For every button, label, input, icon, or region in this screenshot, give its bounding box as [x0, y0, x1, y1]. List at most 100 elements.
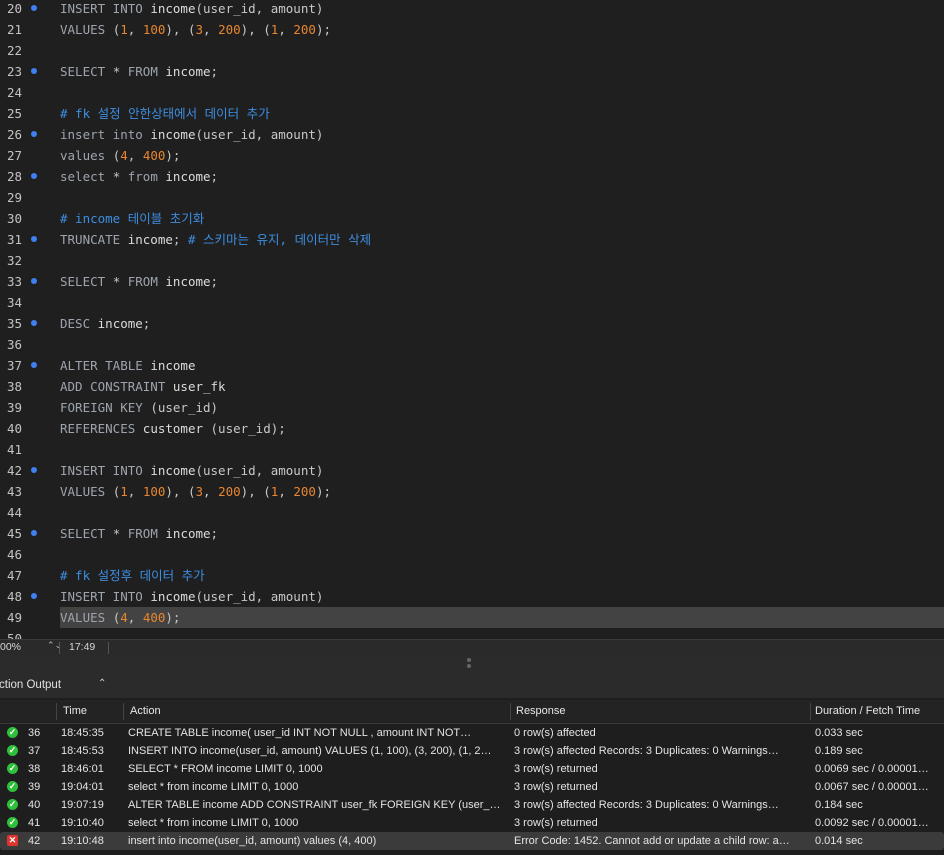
code-line[interactable]: 40 REFERENCES customer (user_id);	[0, 418, 944, 439]
statement-marker-icon[interactable]	[31, 593, 37, 599]
statement-marker-icon[interactable]	[31, 278, 37, 284]
code-line[interactable]: 20 INSERT INTO income(user_id, amount)	[0, 0, 944, 19]
code-token: 4	[120, 610, 128, 625]
code-text: ADD CONSTRAINT user_fk	[60, 376, 226, 397]
drag-handle-icon[interactable]	[467, 658, 471, 670]
row-response: 3 row(s) returned	[514, 763, 598, 775]
statement-marker-icon[interactable]	[31, 320, 37, 326]
line-number: 21	[6, 22, 22, 37]
success-check-icon: ✓	[7, 745, 18, 756]
row-number: 36	[28, 727, 41, 739]
line-number: 49	[6, 610, 22, 625]
code-line[interactable]: 21 VALUES (1, 100), (3, 200), (1, 200);	[0, 19, 944, 40]
statement-marker-icon[interactable]	[31, 236, 37, 242]
output-header: ction Output ⌃	[0, 674, 944, 698]
code-token: income	[150, 589, 196, 604]
code-line[interactable]: 29	[0, 187, 944, 208]
output-row[interactable]: ✓ 40 19:07:19 ALTER TABLE income ADD CONSTR…	[0, 796, 944, 814]
line-number: 41	[6, 442, 22, 457]
code-token: 400	[142, 148, 166, 163]
code-token: INSERT INTO	[60, 463, 151, 478]
code-line[interactable]: 37 ALTER TABLE income	[0, 355, 944, 376]
output-row[interactable]: ✓ 39 19:04:01 select * from income LIMIT 0,…	[0, 778, 944, 796]
row-duration: 0.0092 sec / 0.00001…	[815, 817, 929, 829]
code-line[interactable]: 42 INSERT INTO income(user_id, amount)	[0, 460, 944, 481]
code-token: user_fk	[172, 379, 226, 394]
code-text: values (4, 400);	[60, 145, 180, 166]
output-row[interactable]: ✓ 41 19:10:40 select * from income LIMIT 0,…	[0, 814, 944, 832]
statement-marker-icon[interactable]	[31, 530, 37, 536]
line-number: 23	[6, 64, 22, 79]
code-token: income	[165, 169, 211, 184]
code-text: INSERT INTO income(user_id, amount)	[60, 0, 323, 19]
code-line[interactable]: 44	[0, 502, 944, 523]
code-line[interactable]: 39 FOREIGN KEY (user_id)	[0, 397, 944, 418]
row-action: select * from income LIMIT 0, 1000	[128, 781, 299, 793]
code-line[interactable]: 45 SELECT * FROM income;	[0, 523, 944, 544]
code-line[interactable]: 36	[0, 334, 944, 355]
output-row[interactable]: ✓ 37 18:45:53 INSERT INTO income(user_id, a…	[0, 742, 944, 760]
code-line[interactable]: 50	[0, 628, 944, 639]
statement-marker-icon[interactable]	[31, 131, 37, 137]
row-time: 19:07:19	[61, 799, 104, 811]
action-output-table: Time Action Response Duration / Fetch Ti…	[0, 700, 944, 855]
code-line[interactable]: 32	[0, 250, 944, 271]
output-row[interactable]: ✓ 38 18:46:01 SELECT * FROM income LIMIT 0,…	[0, 760, 944, 778]
line-number: 44	[6, 505, 22, 520]
code-line[interactable]: 41	[0, 439, 944, 460]
panel-splitter[interactable]	[0, 656, 944, 674]
row-action: SELECT * FROM income LIMIT 0, 1000	[128, 763, 323, 775]
code-line[interactable]: 24	[0, 82, 944, 103]
row-time: 19:10:48	[61, 835, 104, 847]
code-line[interactable]: 34	[0, 292, 944, 313]
code-text: VALUES (4, 400);	[60, 607, 180, 628]
current-line-highlight	[60, 607, 944, 628]
code-line[interactable]: 49 VALUES (4, 400);	[0, 607, 944, 628]
code-line[interactable]: 28 select * from income;	[0, 166, 944, 187]
code-line[interactable]: 31 TRUNCATE income; # 스키마는 유지, 데이터만 삭제	[0, 229, 944, 250]
code-token: ), (	[240, 22, 271, 37]
code-token: ADD CONSTRAINT	[60, 379, 173, 394]
line-number: 47	[6, 568, 22, 583]
statement-marker-icon[interactable]	[31, 5, 37, 11]
sql-editor[interactable]: 20 INSERT INTO income(user_id, amount) 21 V…	[0, 0, 944, 639]
line-number: 46	[6, 547, 22, 562]
code-line[interactable]: 47 # fk 설정후 데이터 추가	[0, 565, 944, 586]
code-text: # income 테이블 초기화	[60, 208, 204, 229]
code-line[interactable]: 22	[0, 40, 944, 61]
column-header-time[interactable]: Time	[63, 705, 87, 717]
row-response: 0 row(s) affected	[514, 727, 596, 739]
code-line[interactable]: 38 ADD CONSTRAINT user_fk	[0, 376, 944, 397]
output-row[interactable]: ✓ 36 18:45:35 CREATE TABLE income( user_id …	[0, 724, 944, 742]
row-time: 18:45:53	[61, 745, 104, 757]
zoom-level[interactable]: 00%	[0, 641, 21, 653]
line-number: 50	[6, 631, 22, 639]
code-line[interactable]: 27 values (4, 400);	[0, 145, 944, 166]
code-line[interactable]: 35 DESC income;	[0, 313, 944, 334]
line-number: 30	[6, 211, 22, 226]
divider	[59, 642, 60, 654]
output-row[interactable]: ✕ 42 19:10:48 insert into income(user_id, a…	[0, 832, 944, 850]
code-token: ;	[210, 64, 219, 79]
code-token: ,	[127, 610, 143, 625]
code-line[interactable]: 25 # fk 설정 안한상태에서 데이터 추가	[0, 103, 944, 124]
column-header-action[interactable]: Action	[130, 705, 161, 717]
output-type-select[interactable]: ction Output	[0, 679, 61, 691]
code-line[interactable]: 30 # income 테이블 초기화	[0, 208, 944, 229]
column-header-duration[interactable]: Duration / Fetch Time	[815, 705, 920, 717]
chevron-updown-icon[interactable]: ⌃	[98, 678, 106, 689]
code-line[interactable]: 43 VALUES (1, 100), (3, 200), (1, 200);	[0, 481, 944, 502]
code-line[interactable]: 48 INSERT INTO income(user_id, amount)	[0, 586, 944, 607]
code-line[interactable]: 26 insert into income(user_id, amount)	[0, 124, 944, 145]
statement-marker-icon[interactable]	[31, 173, 37, 179]
code-line[interactable]: 33 SELECT * FROM income;	[0, 271, 944, 292]
statement-marker-icon[interactable]	[31, 467, 37, 473]
statement-marker-icon[interactable]	[31, 68, 37, 74]
line-number: 22	[6, 43, 22, 58]
code-line[interactable]: 23 SELECT * FROM income;	[0, 61, 944, 82]
statement-marker-icon[interactable]	[31, 362, 37, 368]
code-text: # fk 설정후 데이터 추가	[60, 565, 205, 586]
column-header-response[interactable]: Response	[516, 705, 566, 717]
code-line[interactable]: 46	[0, 544, 944, 565]
row-response: 3 row(s) returned	[514, 817, 598, 829]
